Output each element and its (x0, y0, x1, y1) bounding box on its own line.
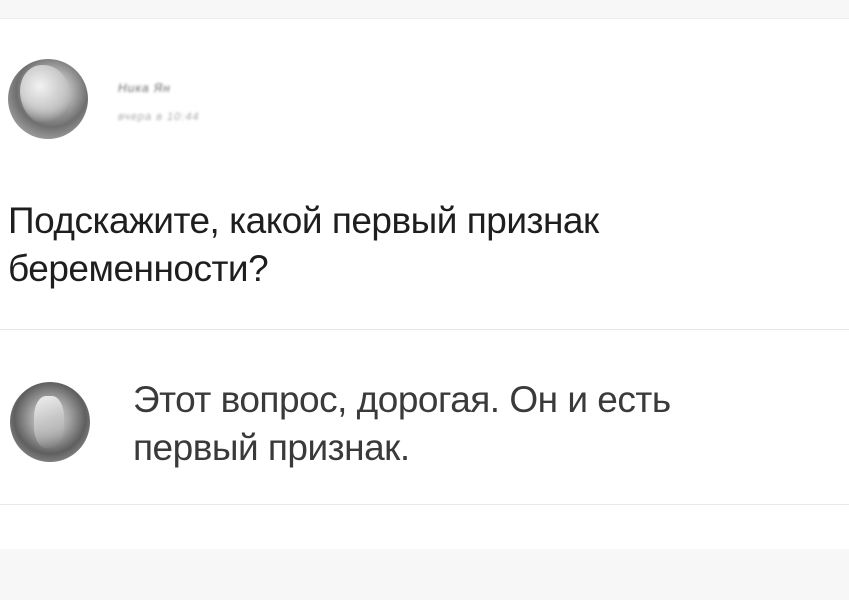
comment-text-line: первый признак. (133, 427, 410, 468)
comments-divider (0, 329, 849, 330)
commenter-avatar[interactable] (10, 382, 90, 462)
author-name[interactable]: Ника Ян (118, 81, 171, 95)
post-header: Ника Ян вчера в 10:44 (8, 59, 408, 139)
comment-text: Этот вопрос, дорогая. Он и есть первый п… (133, 376, 849, 472)
author-avatar[interactable] (8, 59, 88, 139)
post-card: Ника Ян вчера в 10:44 Подскажите, какой … (0, 18, 849, 549)
comment-text-line: Этот вопрос, дорогая. Он и есть (133, 379, 671, 420)
post-date[interactable]: вчера в 10:44 (118, 111, 200, 123)
post-text-line: Подскажите, какой первый признак (8, 200, 599, 241)
post-text: Подскажите, какой первый признак беремен… (8, 197, 828, 293)
post-text-line: беременности? (8, 248, 269, 289)
bottom-divider (0, 504, 849, 505)
comment: Этот вопрос, дорогая. Он и есть первый п… (0, 364, 849, 484)
